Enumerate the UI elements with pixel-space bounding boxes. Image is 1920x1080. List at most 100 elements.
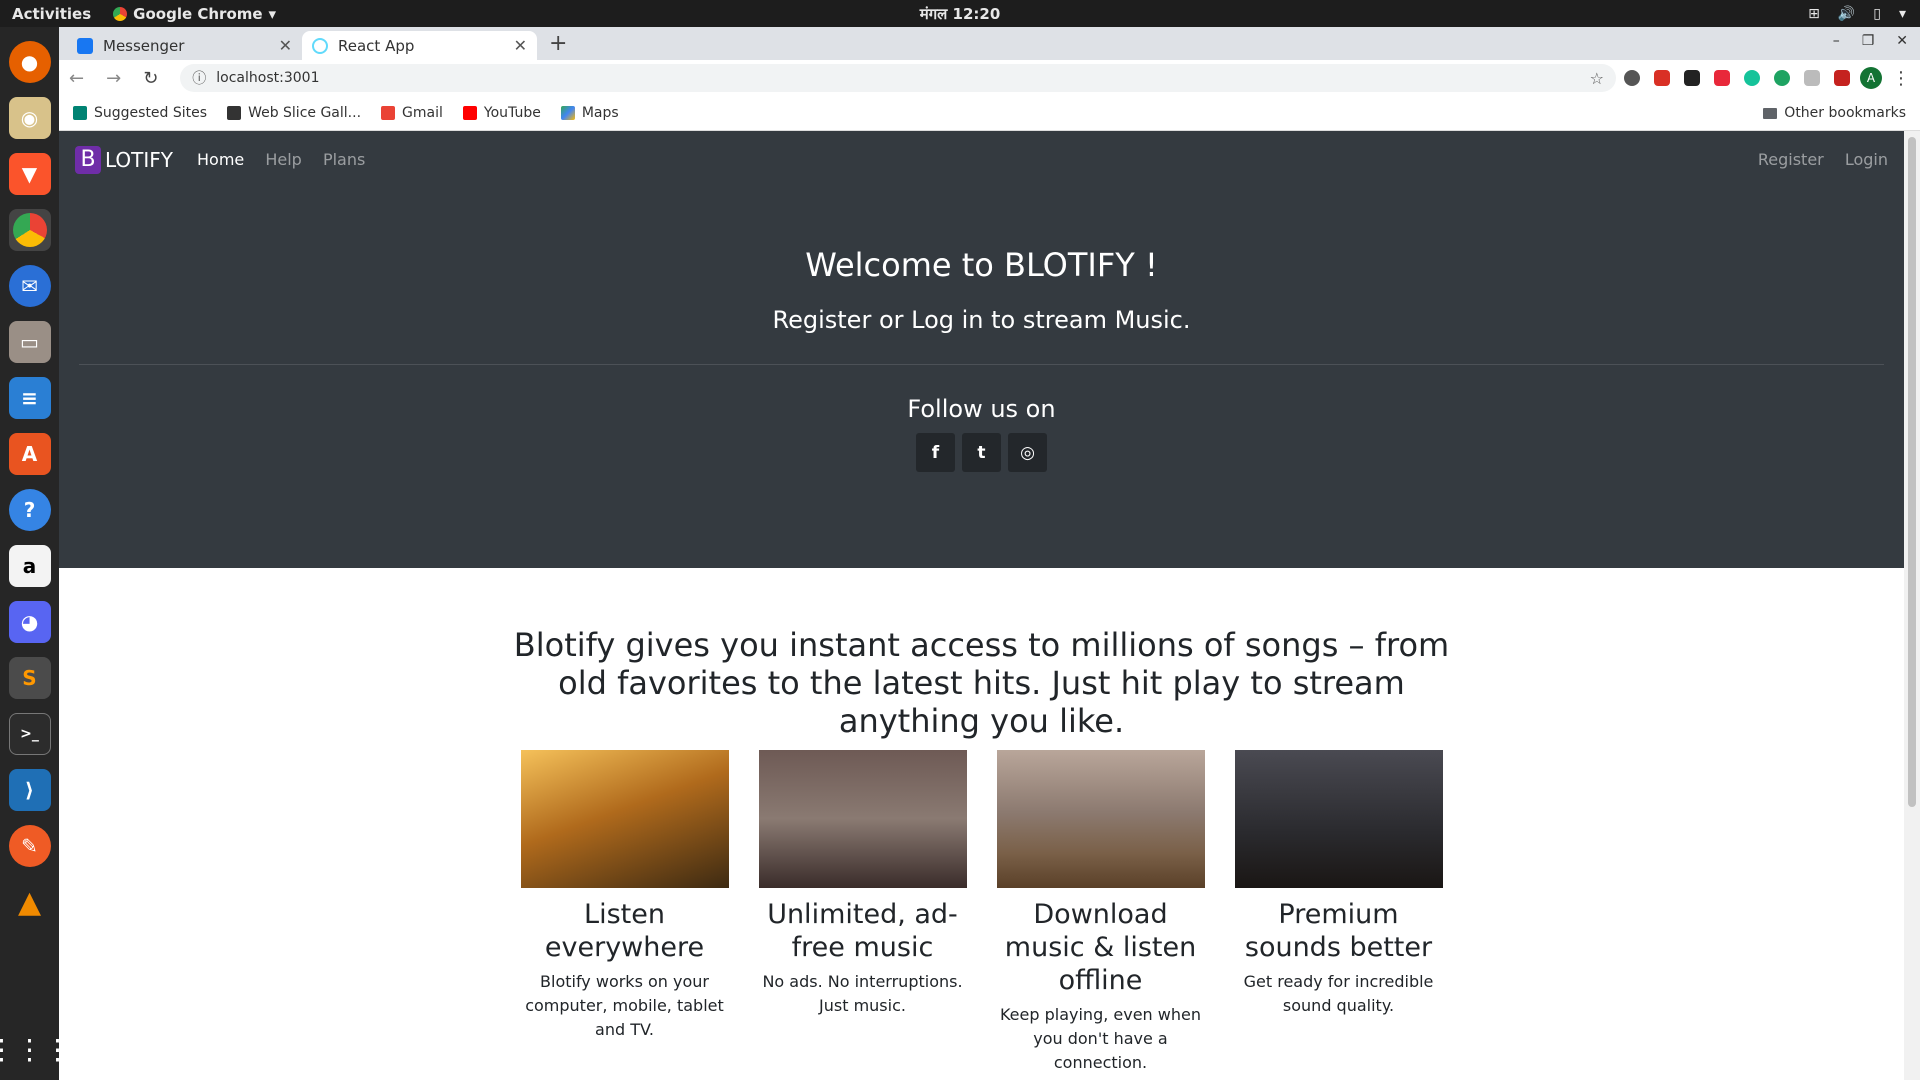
restore-icon[interactable]: ❐ <box>1862 33 1875 49</box>
extension-icon[interactable] <box>1714 70 1730 86</box>
battery-icon[interactable]: ▯ <box>1873 6 1881 22</box>
nav-help[interactable]: Help <box>265 150 301 169</box>
bookmark-web-slice[interactable]: Web Slice Gall... <box>227 105 361 121</box>
caret-down-icon: ▾ <box>268 4 277 23</box>
bookmark-youtube[interactable]: YouTube <box>462 105 541 121</box>
extension-icon[interactable] <box>1624 70 1640 86</box>
close-window-icon[interactable]: ✕ <box>1896 33 1908 49</box>
tab-react-app[interactable]: React App ✕ <box>302 31 537 60</box>
bookmarks-bar: Suggested Sites Web Slice Gall... Gmail … <box>59 96 1920 131</box>
brand-logo[interactable]: B LOTIFY <box>75 145 174 174</box>
nav-home[interactable]: Home <box>197 150 244 169</box>
bookmark-gmail[interactable]: Gmail <box>381 105 443 121</box>
extension-icon[interactable] <box>1654 70 1670 86</box>
postman-icon[interactable]: ✎ <box>8 825 51 867</box>
close-tab-icon[interactable]: ✕ <box>279 36 292 55</box>
extension-icon[interactable] <box>1804 70 1820 86</box>
discord-icon[interactable]: ◕ <box>8 601 51 643</box>
minimize-icon[interactable]: – <box>1833 33 1840 49</box>
clock[interactable]: मंगल 12:20 <box>920 4 1001 24</box>
hero-title: Welcome to BLOTIFY ! <box>805 246 1158 284</box>
gmail-icon <box>381 106 396 120</box>
back-icon[interactable]: ← <box>69 68 84 89</box>
profile-avatar[interactable]: A <box>1860 67 1882 89</box>
grammarly-icon[interactable] <box>1744 70 1760 86</box>
feature-card: Unlimited, ad-free music No ads. No inte… <box>758 750 967 1075</box>
sublime-icon[interactable]: S <box>8 657 51 699</box>
chrome-icon[interactable] <box>8 209 51 251</box>
nav-register[interactable]: Register <box>1758 150 1824 169</box>
system-tray[interactable]: ⊞ 🔊 ▯ ▾ <box>1808 6 1906 22</box>
brand-name: LOTIFY <box>105 147 174 172</box>
twitter-icon[interactable]: t <box>962 433 1001 472</box>
page-scrollbar[interactable] <box>1904 131 1920 1080</box>
feature-title: Download music & listen offline <box>1004 899 1197 996</box>
help-icon[interactable]: ? <box>8 489 51 531</box>
follow-heading: Follow us on <box>907 395 1056 423</box>
software-icon[interactable]: A <box>8 433 51 475</box>
facebook-icon[interactable]: f <box>916 433 955 472</box>
app-menu-label: Google Chrome <box>133 4 263 23</box>
bookmark-suggested-sites[interactable]: Suggested Sites <box>73 105 207 121</box>
feature-title: Premium sounds better <box>1244 899 1433 963</box>
nav-links: Home Help Plans <box>197 150 381 169</box>
instagram-icon[interactable]: ◎ <box>1008 433 1047 472</box>
writer-icon[interactable]: ≡ <box>8 377 51 419</box>
feature-image <box>758 750 967 888</box>
feature-card: Download music & listen offline Keep pla… <box>996 750 1205 1075</box>
files-icon[interactable]: ▭ <box>8 321 51 363</box>
feature-image <box>1234 750 1443 888</box>
vlc-icon[interactable]: ▲ <box>9 881 51 923</box>
dock: ● ◉ ▼ ✉ ▭ ≡ A ? a ◕ S >_ ⟩ ✎ ▲ ⋮⋮⋮ <box>0 27 72 1080</box>
bookmark-maps[interactable]: Maps <box>560 105 619 121</box>
folder-icon <box>1763 107 1778 119</box>
network-icon[interactable]: ⊞ <box>1808 6 1820 22</box>
firefox-icon[interactable]: ● <box>8 41 51 83</box>
address-bar[interactable]: ⓘ localhost:3001 ☆ <box>180 64 1616 92</box>
power-menu-icon[interactable]: ▾ <box>1899 6 1906 22</box>
extension-icon[interactable] <box>1774 70 1790 86</box>
nav-login[interactable]: Login <box>1845 150 1888 169</box>
url-text: localhost:3001 <box>216 70 320 86</box>
scrollbar-thumb[interactable] <box>1908 137 1916 807</box>
nav-plans[interactable]: Plans <box>323 150 365 169</box>
bookmark-star-icon[interactable]: ☆ <box>1590 69 1604 88</box>
forward-icon[interactable]: → <box>106 68 121 89</box>
close-tab-icon[interactable]: ✕ <box>514 36 527 55</box>
rhythmbox-icon[interactable]: ◉ <box>8 97 51 139</box>
terminal-icon[interactable]: >_ <box>8 713 51 755</box>
other-bookmarks[interactable]: Other bookmarks <box>1763 105 1906 121</box>
maps-icon <box>560 106 575 120</box>
menu-icon[interactable]: ⋮ <box>1892 68 1910 89</box>
feature-text: Get ready for incredible sound quality. <box>1243 972 1434 1015</box>
youtube-icon <box>462 106 477 120</box>
window-controls: – ❐ ✕ <box>1833 33 1908 49</box>
feature-image <box>520 750 729 888</box>
reload-icon[interactable]: ↻ <box>143 68 158 89</box>
new-tab-button[interactable]: + <box>549 31 567 56</box>
volume-icon[interactable]: 🔊 <box>1838 6 1855 22</box>
brave-icon[interactable]: ▼ <box>8 153 51 195</box>
hero-section: B LOTIFY Home Help Plans Register Login … <box>59 131 1904 568</box>
tab-messenger[interactable]: Messenger ✕ <box>67 31 302 60</box>
tab-title: Messenger <box>103 36 185 55</box>
react-icon <box>312 37 328 54</box>
extension-icon[interactable] <box>1834 70 1850 86</box>
chrome-icon <box>113 6 128 21</box>
feature-card: Premium sounds better Get ready for incr… <box>1234 750 1443 1075</box>
extensions <box>1624 70 1850 86</box>
app-menu[interactable]: Google Chrome ▾ <box>113 5 276 23</box>
feature-title: Unlimited, ad-free music <box>767 899 958 963</box>
bing-icon <box>73 106 87 120</box>
feature-title: Listen everywhere <box>544 899 705 963</box>
extension-icon[interactable] <box>1684 70 1700 86</box>
activities-button[interactable]: Activities <box>12 5 91 23</box>
features-row: Listen everywhere Blotify works on your … <box>59 750 1904 1075</box>
feature-text: No ads. No interruptions. Just music. <box>762 972 963 1015</box>
vscode-icon[interactable]: ⟩ <box>8 769 51 811</box>
hero-divider <box>79 364 1884 365</box>
info-icon[interactable]: ⓘ <box>192 68 206 88</box>
site-navbar: B LOTIFY Home Help Plans Register Login <box>59 131 1904 188</box>
amazon-icon[interactable]: a <box>8 545 51 587</box>
thunderbird-icon[interactable]: ✉ <box>8 265 51 307</box>
